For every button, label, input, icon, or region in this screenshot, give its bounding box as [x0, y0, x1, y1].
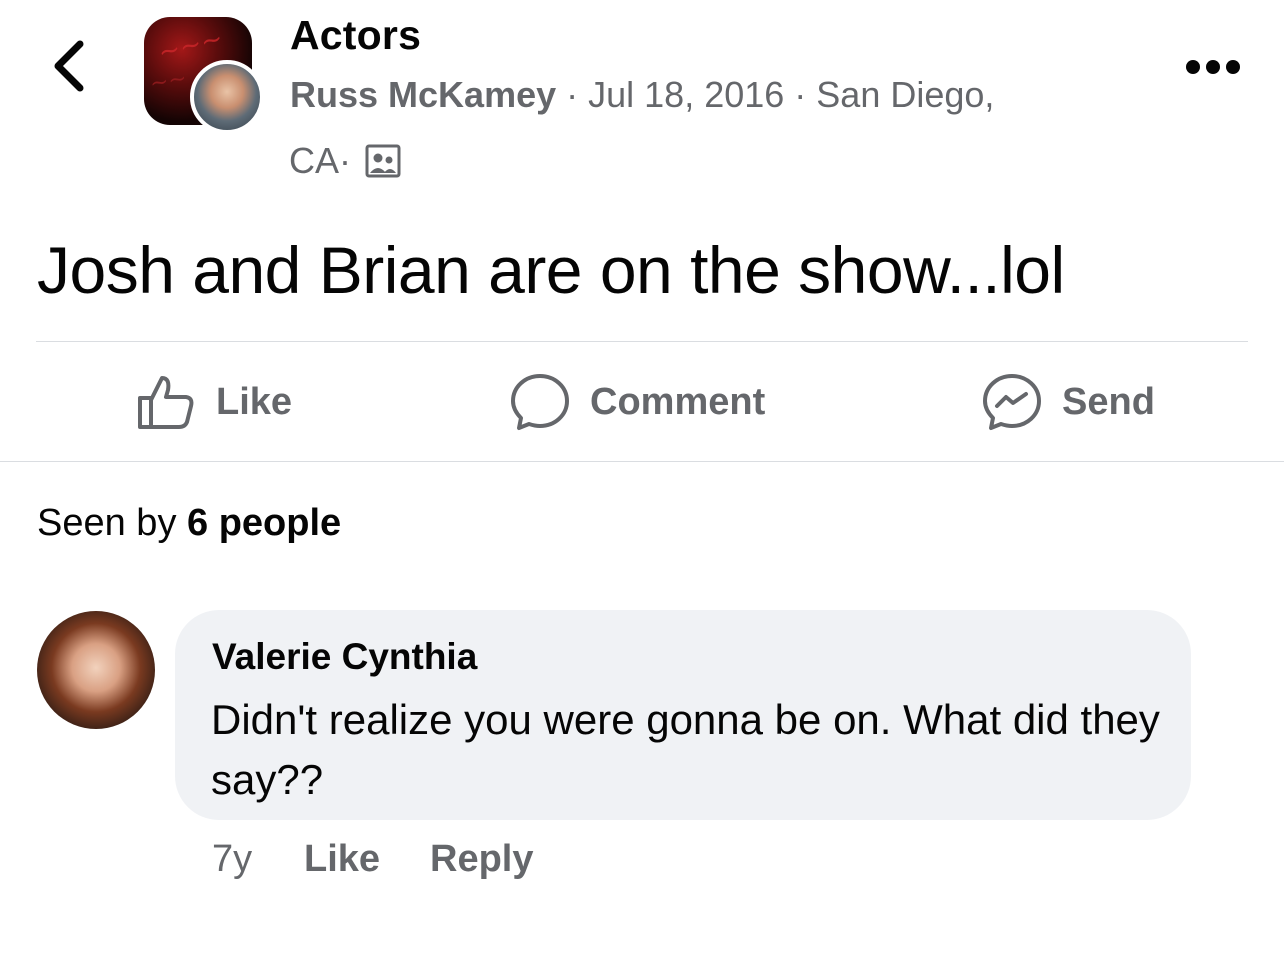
send-label: Send	[1062, 380, 1155, 423]
comment-like-button[interactable]: Like	[304, 838, 380, 881]
post-location-cont[interactable]: CA	[289, 140, 339, 182]
comment-reply-button[interactable]: Reply	[430, 838, 533, 881]
post-meta-line2: CA ·	[289, 140, 401, 182]
meta-separator: ·	[556, 74, 589, 115]
author-name[interactable]: Russ McKamey	[290, 74, 556, 115]
comment-age: 7y	[212, 838, 253, 880]
like-label: Like	[216, 380, 293, 423]
more-horizontal-icon	[1186, 60, 1200, 74]
chevron-left-icon	[54, 40, 84, 92]
group-name[interactable]: Actors	[290, 12, 421, 59]
post-date[interactable]: Jul 18, 2016	[588, 74, 784, 115]
messenger-icon	[983, 374, 1041, 430]
divider	[0, 461, 1284, 462]
author-avatar[interactable]	[190, 60, 264, 134]
comment-text: Didn't realize you were gonna be on. Wha…	[211, 696, 1160, 803]
post-meta: Russ McKamey · Jul 18, 2016 · San Diego,	[290, 74, 994, 116]
post-location[interactable]: San Diego,	[816, 74, 994, 115]
more-options-button[interactable]	[1186, 58, 1240, 76]
like-button[interactable]: Like	[136, 372, 292, 432]
comment-button[interactable]: Comment	[510, 372, 765, 432]
post-text: Josh and Brian are on the show...lol	[37, 233, 1065, 307]
commenter-avatar[interactable]	[37, 611, 155, 729]
divider	[36, 341, 1248, 342]
send-button[interactable]: Send	[982, 372, 1155, 432]
commenter-name[interactable]: Valerie Cynthia	[212, 636, 477, 678]
seen-by-count: 6 people	[187, 502, 342, 544]
back-button[interactable]	[50, 38, 90, 94]
meta-separator: ·	[784, 74, 817, 115]
seen-by[interactable]: Seen by 6 people	[37, 502, 341, 545]
thumbs-up-icon	[138, 376, 194, 429]
comment-label: Comment	[590, 380, 766, 423]
seen-by-prefix: Seen by	[37, 502, 187, 544]
group-members-icon	[365, 144, 401, 178]
comment-bubble-icon	[511, 374, 569, 430]
meta-separator: ·	[339, 140, 352, 181]
